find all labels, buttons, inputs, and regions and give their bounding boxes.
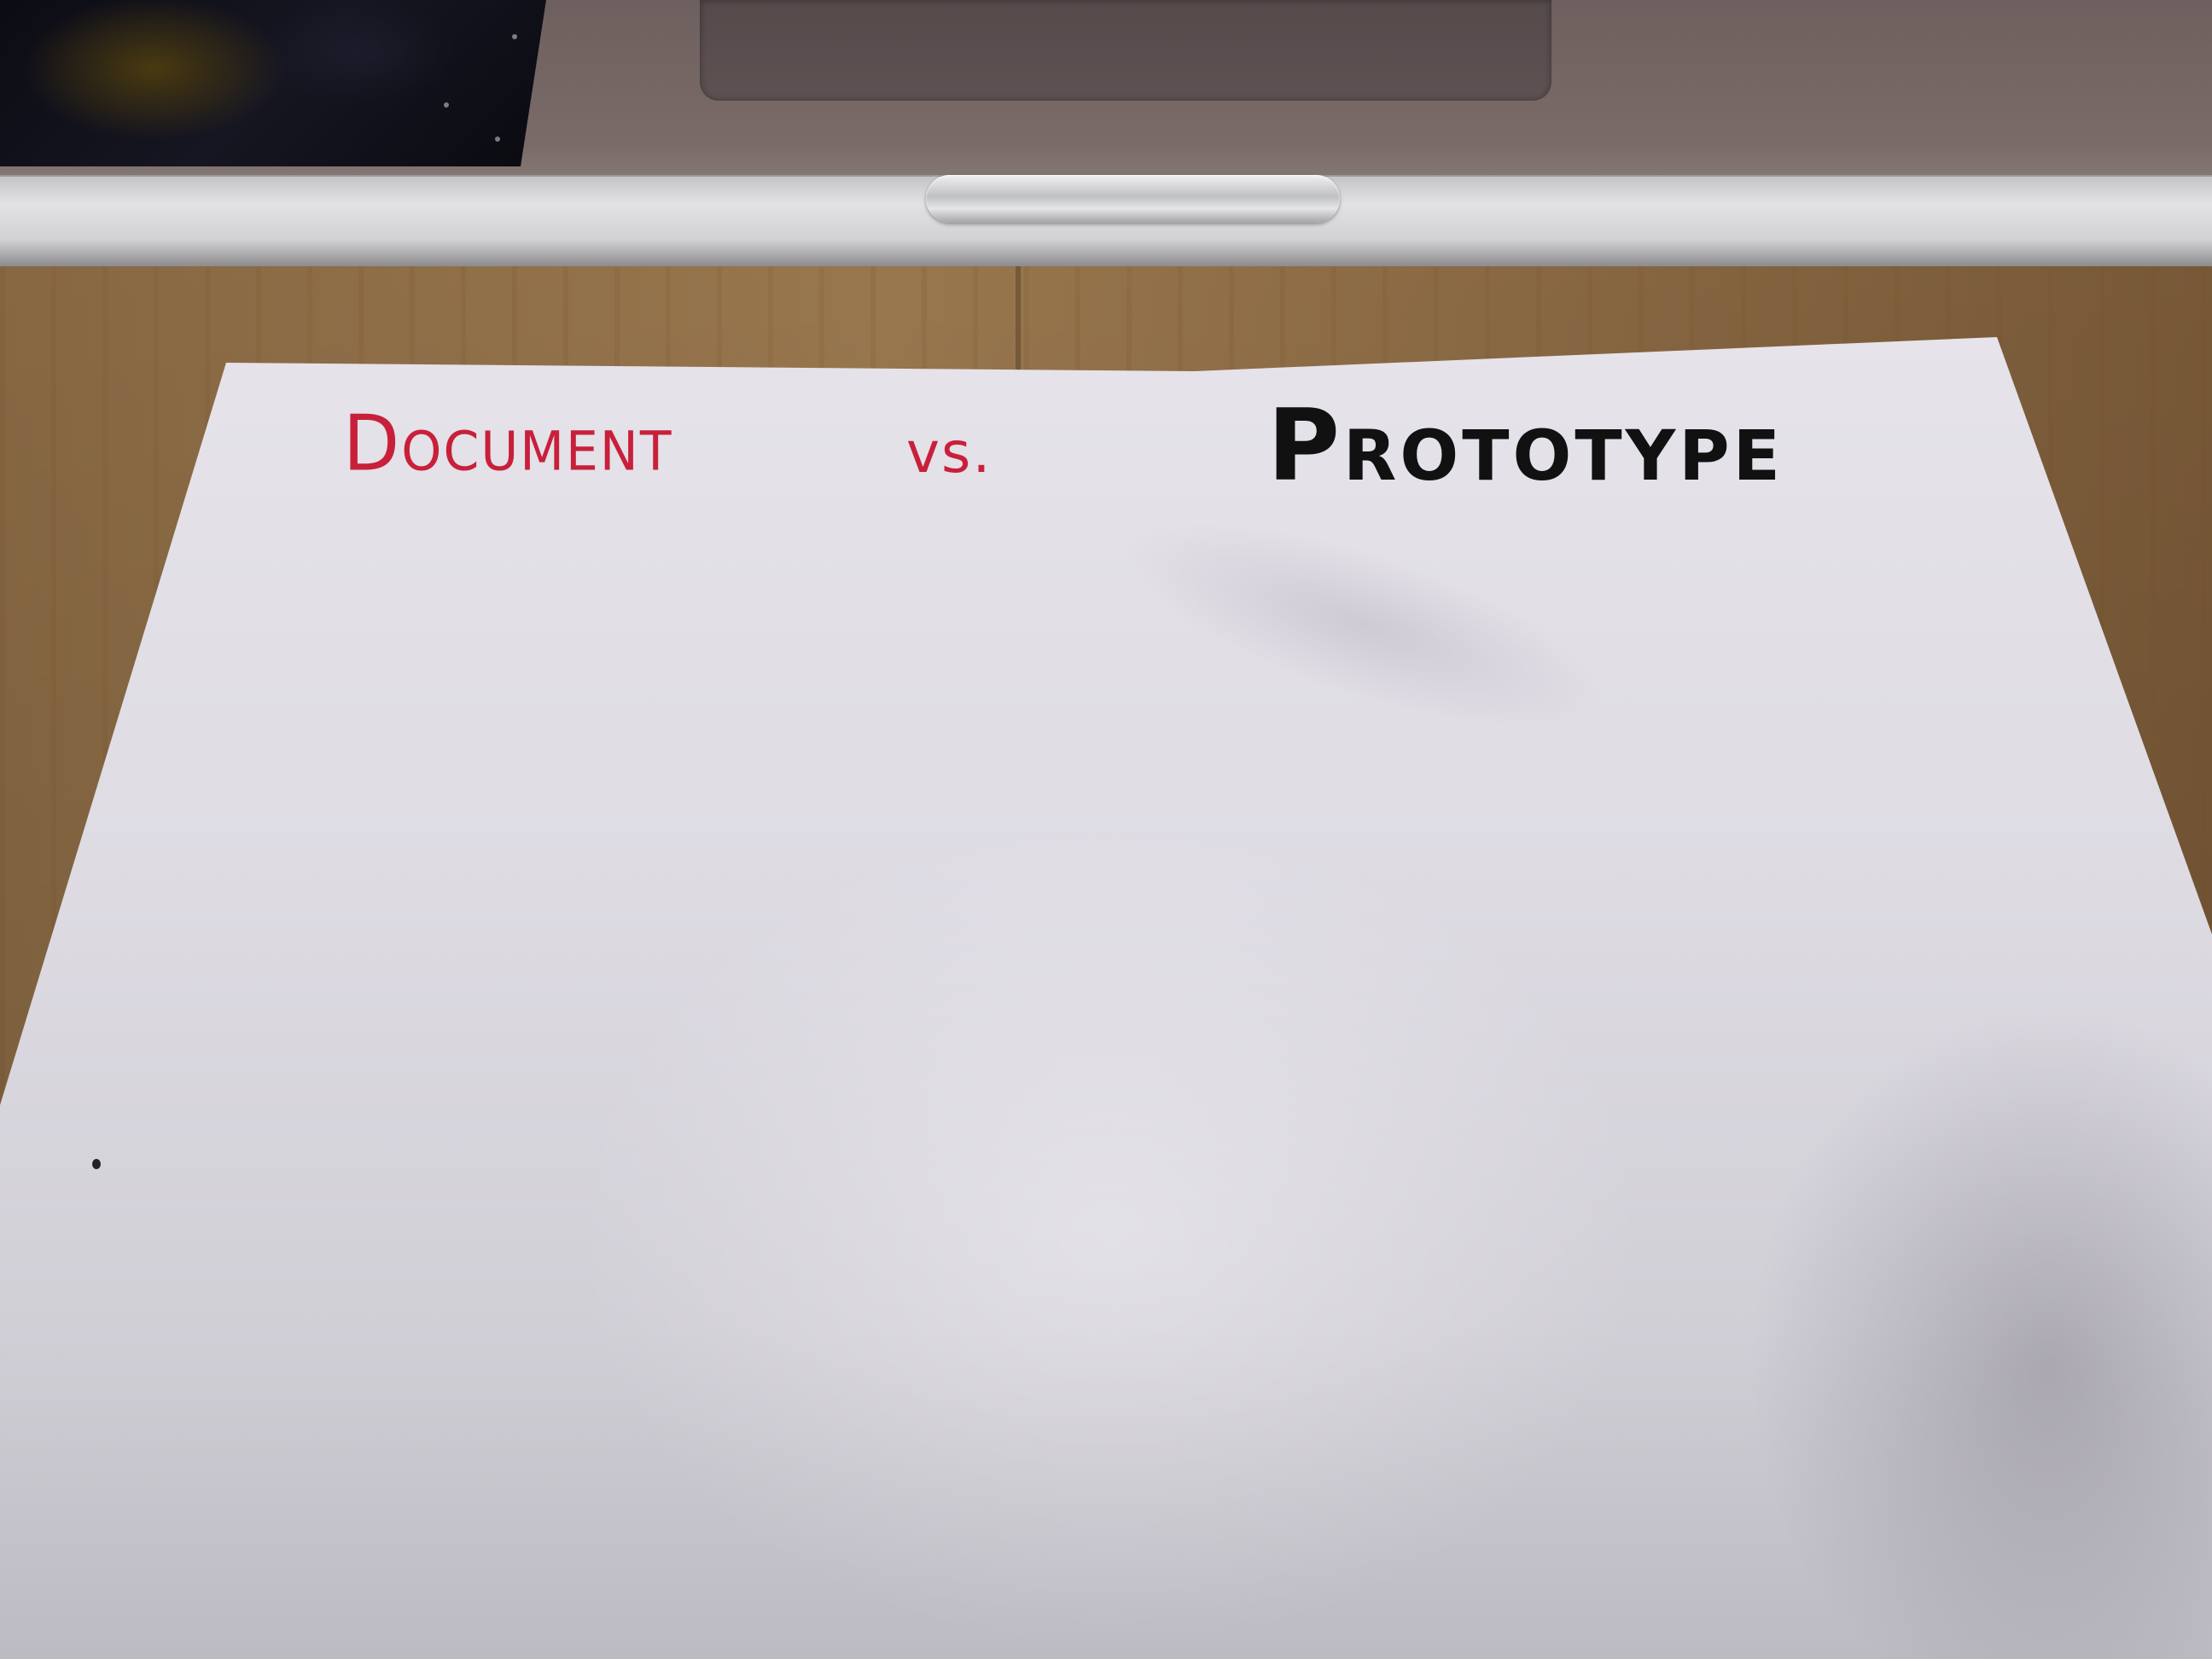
paper-shadow — [1536, 939, 2212, 1659]
sticker-speck — [495, 137, 500, 142]
prototype-heading: Prototype — [1267, 388, 1784, 504]
laptop-latch — [926, 175, 1340, 223]
sticker-speck — [512, 34, 517, 39]
laptop-body — [0, 0, 2212, 266]
versus-text: vs. — [906, 420, 992, 486]
sticker-speck — [444, 102, 449, 108]
photo-scene: Document vs. Prototype — [0, 0, 2212, 1659]
desk-seam — [1016, 256, 1021, 375]
laptop-trackpad — [700, 0, 1551, 101]
laptop-sticker — [0, 0, 546, 166]
pen-mark — [92, 1159, 101, 1169]
document-heading: Document — [343, 399, 673, 489]
